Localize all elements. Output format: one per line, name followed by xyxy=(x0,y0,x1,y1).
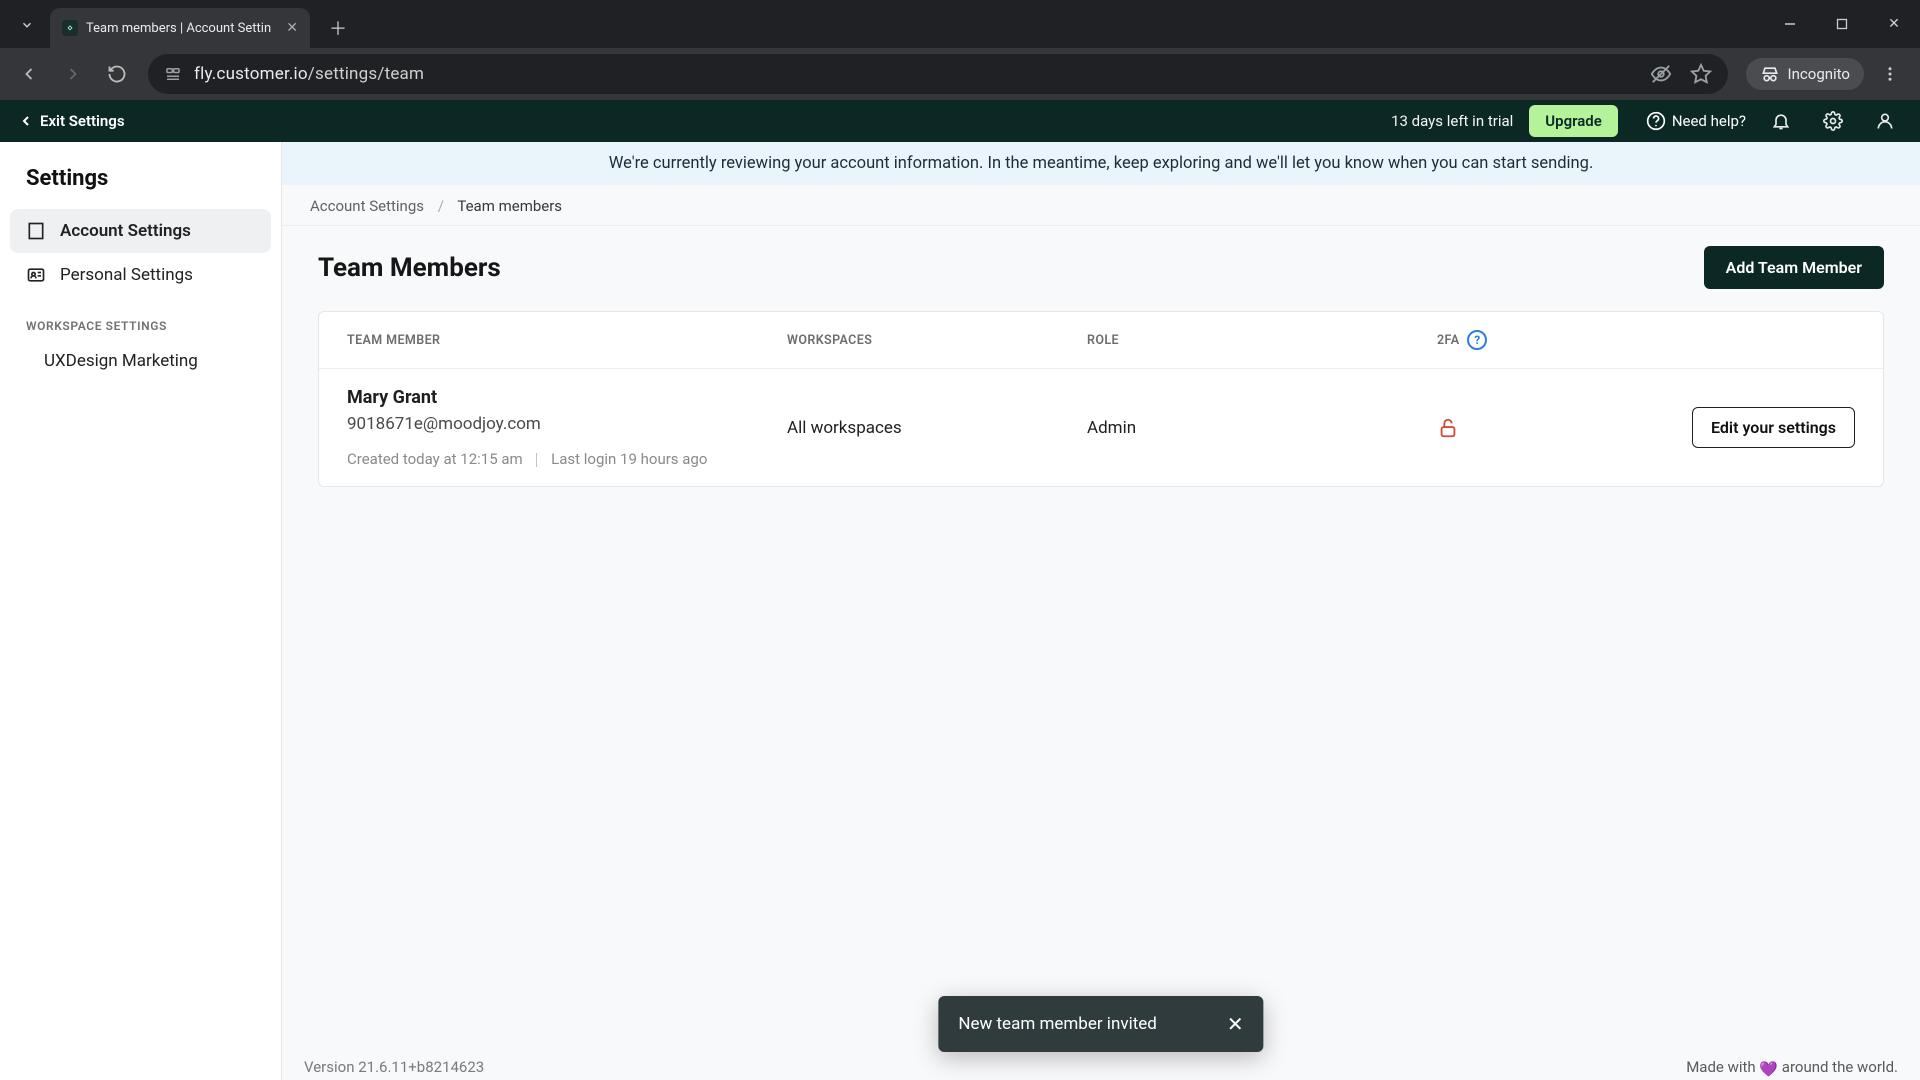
address-bar[interactable]: fly.customer.io/settings/team xyxy=(148,54,1728,94)
toast-close-icon[interactable]: ✕ xyxy=(1227,1012,1244,1036)
sidebar-heading: Settings xyxy=(10,162,271,209)
tab-close-icon[interactable]: ✕ xyxy=(286,20,298,36)
nav-back-button[interactable] xyxy=(10,55,48,93)
sidebar-item-personal-settings[interactable]: Personal Settings xyxy=(10,253,271,297)
trial-days-text: 13 days left in trial xyxy=(1391,112,1513,130)
unlock-icon xyxy=(1437,417,1521,439)
made-with-text: Made with 💜 around the world. xyxy=(1686,1058,1898,1076)
upgrade-button[interactable]: Upgrade xyxy=(1529,105,1618,137)
settings-gear-icon[interactable] xyxy=(1816,104,1850,138)
tracking-blocked-icon[interactable] xyxy=(1650,63,1672,85)
app-topbar: Exit Settings 13 days left in trial Upgr… xyxy=(0,100,1920,142)
new-tab-button[interactable]: ＋ xyxy=(322,12,354,44)
member-role: Admin xyxy=(1059,400,1409,456)
settings-sidebar: Settings Account Settings Personal Setti… xyxy=(0,142,282,1080)
building-icon xyxy=(26,221,46,241)
incognito-label: Incognito xyxy=(1788,65,1850,83)
breadcrumb-current: Team members xyxy=(457,197,562,215)
sidebar-section-header: WORKSPACE SETTINGS xyxy=(10,297,271,341)
id-card-icon xyxy=(26,265,46,285)
tab-search-dropdown[interactable] xyxy=(8,6,46,44)
nav-forward-button[interactable] xyxy=(54,55,92,93)
window-close-button[interactable]: ✕ xyxy=(1868,0,1920,48)
incognito-indicator[interactable]: Incognito xyxy=(1746,58,1864,90)
member-last-login: Last login 19 hours ago xyxy=(551,450,707,468)
edit-settings-button[interactable]: Edit your settings xyxy=(1692,407,1855,448)
add-team-member-button[interactable]: Add Team Member xyxy=(1704,246,1884,289)
help-circle-icon[interactable]: ? xyxy=(1467,330,1487,350)
team-members-table: TEAM MEMBER WORKSPACES ROLE 2FA ? Mary G… xyxy=(318,311,1884,487)
sidebar-item-label: Personal Settings xyxy=(60,265,193,285)
breadcrumb-root[interactable]: Account Settings xyxy=(310,197,424,215)
version-text: Version 21.6.11+b8214623 xyxy=(304,1058,484,1076)
page-title: Team Members xyxy=(318,253,501,283)
table-row: Mary Grant 9018671e@moodjoy.com Created … xyxy=(319,369,1883,486)
col-header-role: ROLE xyxy=(1059,315,1409,366)
window-minimize-button[interactable] xyxy=(1764,0,1816,48)
need-help-button[interactable]: Need help? xyxy=(1646,111,1746,131)
main-content: We're currently reviewing your account i… xyxy=(282,142,1920,1080)
col-header-actions xyxy=(1549,322,1883,358)
browser-tabstrip: ⋄ Team members | Account Settin ✕ ＋ ✕ xyxy=(0,0,1920,48)
window-maximize-button[interactable] xyxy=(1816,0,1868,48)
account-avatar-icon[interactable] xyxy=(1868,104,1902,138)
sidebar-item-label: Account Settings xyxy=(60,221,191,241)
nav-reload-button[interactable] xyxy=(98,55,136,93)
heart-icon: 💜 xyxy=(1759,1060,1778,1078)
review-banner: We're currently reviewing your account i… xyxy=(282,142,1920,185)
breadcrumb-separator: / xyxy=(438,197,444,215)
sidebar-item-account-settings[interactable]: Account Settings xyxy=(10,209,271,253)
col-header-workspaces: WORKSPACES xyxy=(759,315,1059,366)
member-workspaces: All workspaces xyxy=(759,400,1059,456)
member-meta: Created today at 12:15 am Last login 19 … xyxy=(347,450,731,468)
twofa-label: 2FA xyxy=(1437,333,1459,348)
member-email: 9018671e@moodjoy.com xyxy=(347,414,731,434)
exit-settings-label: Exit Settings xyxy=(40,112,125,130)
exit-settings-button[interactable]: Exit Settings xyxy=(18,112,125,130)
tab-favicon: ⋄ xyxy=(62,20,78,36)
browser-tab[interactable]: ⋄ Team members | Account Settin ✕ xyxy=(50,8,310,48)
browser-menu-button[interactable] xyxy=(1870,54,1910,94)
tab-title: Team members | Account Settin xyxy=(86,21,278,36)
bookmark-icon[interactable] xyxy=(1690,63,1712,85)
col-header-member: TEAM MEMBER xyxy=(319,315,759,366)
toast-message: New team member invited xyxy=(958,1014,1157,1034)
member-name: Mary Grant xyxy=(347,387,731,408)
col-header-2fa: 2FA ? xyxy=(1409,312,1549,368)
sidebar-workspace-item[interactable]: UXDesign Marketing xyxy=(10,341,271,381)
breadcrumb: Account Settings / Team members xyxy=(282,185,1920,226)
site-info-icon[interactable] xyxy=(164,65,182,83)
member-created: Created today at 12:15 am xyxy=(347,450,523,468)
toast-notification: New team member invited ✕ xyxy=(938,996,1263,1052)
browser-toolbar: fly.customer.io/settings/team Incognito xyxy=(0,48,1920,100)
need-help-label: Need help? xyxy=(1672,112,1746,130)
notifications-icon[interactable] xyxy=(1764,104,1798,138)
url-text: fly.customer.io/settings/team xyxy=(194,64,424,84)
